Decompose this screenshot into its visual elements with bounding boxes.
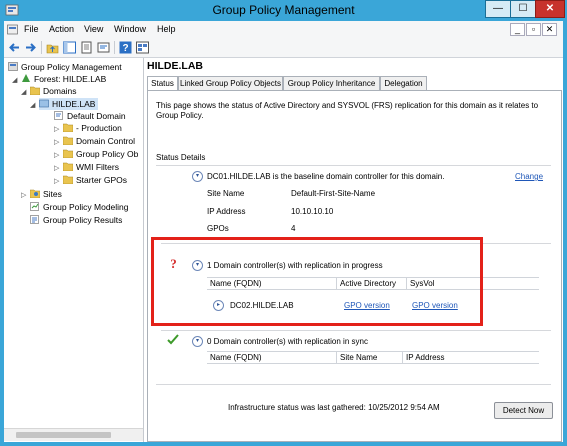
tree-item-root[interactable]: Group Policy Management — [8, 61, 122, 73]
console-tree: Group Policy Management ◢ Forest: HILDE.… — [4, 58, 144, 442]
folder-icon — [63, 162, 73, 171]
menu-help[interactable]: Help — [157, 24, 176, 34]
tree-item-domains[interactable]: Domains — [30, 85, 77, 97]
svg-text:?: ? — [122, 43, 128, 54]
menu-bar: File Action View Window Help _ ▫ ✕ — [4, 21, 563, 38]
change-link[interactable]: Change — [515, 172, 543, 181]
back-arrow-icon[interactable] — [8, 41, 21, 54]
up-folder-icon[interactable] — [46, 41, 59, 54]
divider — [156, 384, 551, 385]
minimize-button[interactable]: — — [485, 0, 511, 18]
tree-item-modeling[interactable]: Group Policy Modeling — [30, 201, 129, 213]
tree-item-sites[interactable]: Sites — [30, 188, 62, 200]
tree-item-wmi-filters[interactable]: WMI Filters — [63, 161, 119, 173]
field-value: 4 — [291, 224, 296, 233]
forward-arrow-icon[interactable] — [24, 41, 37, 54]
collapse-chevron-icon[interactable]: ▾ — [192, 171, 203, 182]
show-hide-tree-icon[interactable] — [63, 41, 76, 54]
status-details-label: Status Details — [156, 153, 206, 162]
baseline-text: DC01.HILDE.LAB is the baseline domain co… — [207, 172, 445, 181]
toolbar: ? — [4, 38, 563, 58]
tab-linked-gpos[interactable]: Linked Group Policy Objects — [178, 76, 283, 90]
in-sync-text: 0 Domain controller(s) with replication … — [207, 337, 368, 346]
help-icon[interactable]: ? — [119, 41, 132, 54]
properties-icon[interactable] — [97, 41, 110, 54]
field-label: GPOs — [207, 224, 229, 233]
folder-icon — [63, 136, 73, 145]
results-icon — [30, 215, 39, 224]
divider — [156, 165, 551, 166]
field-label: Site Name — [207, 189, 245, 198]
app-window: Group Policy Management — ☐ ✕ File Actio… — [0, 0, 567, 446]
tree-item-domain-controllers[interactable]: Domain Control — [63, 135, 135, 147]
column-header[interactable]: Site Name — [336, 352, 402, 363]
expand-arrow-icon[interactable]: ▷ — [54, 177, 59, 185]
window-title: Group Policy Management — [212, 3, 355, 17]
page-title: HILDE.LAB — [147, 60, 203, 72]
tree-item-default-domain[interactable]: Default Domain — [54, 110, 126, 122]
expand-arrow-icon[interactable]: ▷ — [54, 138, 59, 146]
gathered-timestamp: Infrastructure status was last gathered:… — [228, 403, 440, 412]
menu-action[interactable]: Action — [49, 24, 74, 34]
expand-arrow-icon[interactable]: ▷ — [54, 125, 59, 133]
column-header[interactable]: IP Address — [402, 352, 539, 363]
export-list-icon[interactable] — [80, 41, 93, 54]
folder-icon — [30, 86, 40, 95]
mdi-minimize-button[interactable]: _ — [510, 23, 525, 36]
modeling-icon — [30, 202, 39, 211]
tab-status[interactable]: Status — [147, 76, 178, 91]
domain-icon — [39, 99, 49, 108]
collapse-chevron-icon[interactable]: ▾ — [192, 336, 203, 347]
forest-icon — [22, 74, 30, 82]
folder-icon — [63, 123, 73, 132]
field-value: Default-First-Site-Name — [291, 189, 376, 198]
collapse-arrow-icon[interactable]: ◢ — [21, 88, 26, 96]
mdi-controls: _ ▫ ✕ — [509, 23, 557, 36]
tab-inheritance[interactable]: Group Policy Inheritance — [283, 76, 380, 90]
column-header[interactable]: Name (FQDN) — [207, 352, 336, 363]
expand-arrow-icon[interactable]: ▷ — [21, 191, 26, 199]
field-value: 10.10.10.10 — [291, 207, 334, 216]
tree-item-starter-gpos[interactable]: Starter GPOs — [63, 174, 127, 186]
gpo-link-icon — [54, 111, 63, 120]
system-menu-icon[interactable] — [7, 24, 18, 35]
tree-item-gpo[interactable]: Group Policy Ob — [63, 148, 138, 160]
menu-view[interactable]: View — [84, 24, 103, 34]
maximize-button[interactable]: ☐ — [510, 0, 536, 18]
tree-item-hilde-lab[interactable]: HILDE.LAB — [39, 98, 99, 110]
tree-item-production[interactable]: - Production — [63, 122, 122, 134]
status-description: This page shows the status of Active Dir… — [156, 101, 539, 120]
folder-icon — [63, 175, 73, 184]
mdi-close-button[interactable]: ✕ — [542, 23, 557, 36]
tree-item-forest[interactable]: Forest: HILDE.LAB — [21, 73, 106, 85]
field-label: IP Address — [207, 207, 246, 216]
mmc-view-icon[interactable] — [136, 41, 149, 54]
menu-file[interactable]: File — [24, 24, 39, 34]
check-mark-icon — [167, 334, 179, 345]
folder-icon — [63, 149, 73, 158]
highlight-box — [151, 237, 483, 326]
scrollbar-thumb[interactable] — [16, 432, 111, 438]
menu-window[interactable]: Window — [114, 24, 146, 34]
tree-scrollbar[interactable] — [4, 428, 143, 441]
in-sync-grid-header: Name (FQDN) Site Name IP Address — [207, 351, 539, 364]
sites-icon — [30, 189, 40, 198]
divider — [161, 330, 551, 331]
expand-arrow-icon[interactable]: ▷ — [54, 151, 59, 159]
expand-arrow-icon[interactable]: ▷ — [54, 164, 59, 172]
gpm-root-icon — [8, 62, 18, 71]
title-bar: Group Policy Management — ☐ ✕ — [0, 0, 567, 21]
tab-delegation[interactable]: Delegation — [380, 76, 427, 90]
collapse-arrow-icon[interactable]: ◢ — [30, 101, 35, 109]
mdi-restore-button[interactable]: ▫ — [526, 23, 541, 36]
detect-now-button[interactable]: Detect Now — [494, 402, 553, 419]
close-button[interactable]: ✕ — [535, 0, 565, 18]
tree-item-results[interactable]: Group Policy Results — [30, 214, 122, 226]
collapse-arrow-icon[interactable]: ◢ — [12, 76, 17, 84]
